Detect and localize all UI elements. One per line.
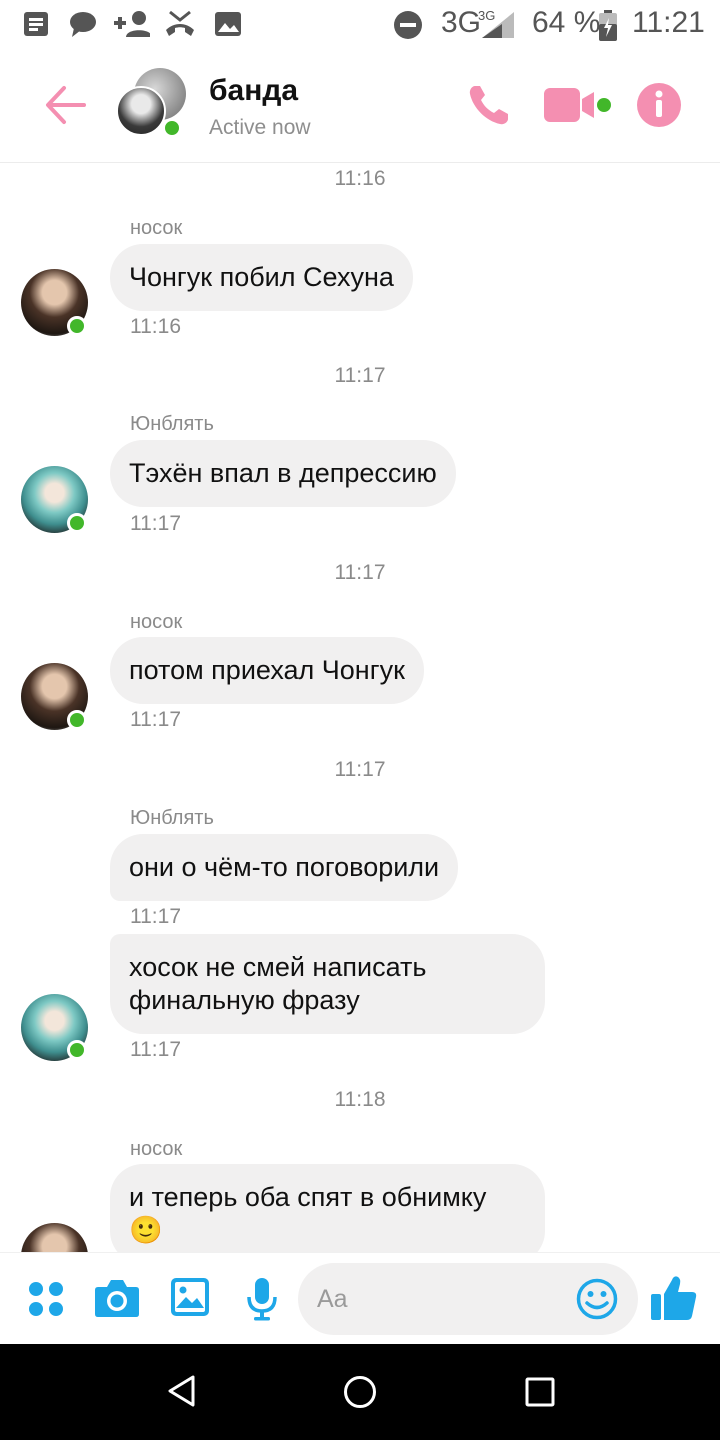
back-triangle-icon[interactable] (166, 1374, 196, 1408)
message-bubble[interactable]: Чонгук побил Сехуна (110, 244, 413, 311)
message-list[interactable]: 11:16 носок Чонгук побил Сехуна 11:16 11… (0, 163, 720, 1252)
chat-icon (70, 12, 96, 37)
recents-square-icon[interactable] (525, 1377, 555, 1407)
clock: 11:21 (632, 6, 705, 39)
sender-name: носок (130, 1138, 183, 1160)
microphone-icon[interactable] (246, 1277, 278, 1321)
message-bubble[interactable]: потом приехал Чонгук (110, 637, 424, 704)
message-line: хосок не смей написать (129, 952, 427, 982)
dnd-icon (394, 11, 422, 39)
online-indicator (162, 118, 182, 138)
group-avatar-front (116, 86, 166, 136)
message-line: и теперь оба спят в обнимку (129, 1182, 487, 1212)
video-call-icon[interactable] (544, 82, 614, 128)
conversation-title[interactable]: банда (209, 74, 298, 108)
message-time: 11:17 (130, 1038, 181, 1061)
gallery-icon[interactable] (170, 1277, 210, 1317)
battery-percent: 64 % (532, 6, 601, 39)
message-time: 11:17 (130, 905, 181, 928)
online-indicator (67, 316, 87, 336)
notification-doc-icon (24, 12, 48, 36)
message-bubble[interactable]: хосок не смей написать финальную фразу (110, 934, 545, 1034)
battery-icon (599, 10, 617, 41)
network-type: 3G (441, 6, 482, 39)
online-indicator (67, 513, 87, 533)
back-arrow-icon[interactable] (42, 82, 88, 128)
online-indicator (67, 1040, 87, 1060)
message-time: 11:17 (130, 708, 181, 731)
group-avatar[interactable] (116, 68, 188, 140)
conversation-header: банда Active now (0, 50, 720, 163)
system-navigation-bar (0, 1344, 720, 1440)
home-circle-icon[interactable] (343, 1375, 377, 1409)
message-bubble[interactable]: и теперь оба спят в обнимку 🙂 (110, 1164, 545, 1252)
online-indicator (67, 710, 87, 730)
emoji-icon[interactable] (576, 1278, 618, 1320)
message-composer (0, 1252, 720, 1344)
more-apps-icon[interactable] (28, 1281, 64, 1317)
signal-icon (482, 12, 514, 38)
thumbs-up-icon[interactable] (650, 1274, 698, 1322)
timestamp-divider: 11:17 (334, 758, 386, 781)
timestamp-divider: 11:18 (334, 1088, 386, 1111)
sender-name: Юнблять (130, 413, 214, 435)
message-bubble[interactable]: Тэхён впал в депрессию (110, 440, 456, 507)
timestamp-divider: 11:16 (334, 167, 386, 190)
sender-name: носок (130, 217, 183, 239)
message-bubble[interactable]: они о чём-то поговорили (110, 834, 459, 901)
timestamp-divider: 11:17 (334, 561, 386, 584)
image-icon (215, 12, 241, 36)
sender-name: носок (130, 611, 183, 633)
add-contact-icon (114, 11, 150, 37)
phone-icon[interactable] (466, 82, 512, 128)
message-line: финальную фразу (129, 985, 360, 1015)
sender-avatar[interactable] (21, 1223, 88, 1252)
missed-call-icon (166, 10, 194, 36)
presence-status: Active now (209, 116, 311, 139)
status-bar: 3G 3G 64 % 11:21 (0, 0, 720, 50)
camera-icon[interactable] (94, 1277, 140, 1319)
info-icon[interactable] (636, 82, 682, 128)
message-emoji: 🙂 (129, 1215, 163, 1245)
message-time: 11:16 (130, 315, 181, 338)
message-time: 11:17 (130, 512, 181, 535)
timestamp-divider: 11:17 (334, 364, 386, 387)
sender-name: Юнблять (130, 807, 214, 829)
